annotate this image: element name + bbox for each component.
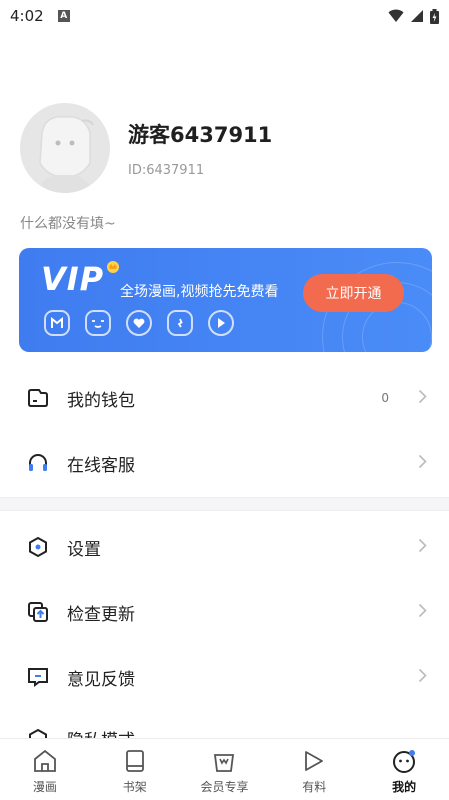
bookshelf-icon: [121, 747, 149, 775]
vip-benefit-icons: [44, 310, 234, 336]
heart-icon: [126, 310, 152, 336]
user-id: ID:6437911: [128, 162, 205, 178]
menu-item-partial[interactable]: 隐私模式: [0, 712, 449, 738]
menu-label: 检查更新: [67, 604, 135, 625]
tab-label: 书架: [122, 780, 147, 794]
menu-item-settings[interactable]: 设置: [0, 517, 449, 577]
feedback-icon: [25, 664, 51, 690]
vip-subscribe-button[interactable]: 立即开通: [303, 274, 404, 312]
vip-banner[interactable]: VIP 全场漫画,视频抢先免费看 立即开通: [19, 248, 432, 352]
menu-item-feedback[interactable]: 意见反馈: [0, 647, 449, 707]
headset-icon: [25, 450, 51, 476]
menu-label: 设置: [67, 539, 101, 560]
profile-text: 游客6437911 ID:6437911: [128, 119, 272, 178]
vip-bag-icon: [210, 747, 238, 775]
menu-label: 在线客服: [67, 455, 135, 476]
vip-logo: VIP: [41, 260, 105, 298]
status-time: 4:02: [10, 7, 44, 25]
wifi-icon: [388, 9, 404, 22]
video-play-icon: [300, 747, 328, 775]
crown-badge-icon: [167, 310, 193, 336]
chevron-right-icon: [418, 668, 427, 683]
menu-item-wallet[interactable]: 我的钱包 0: [0, 368, 449, 428]
chevron-right-icon: [418, 389, 427, 404]
tab-label: 有料: [302, 780, 327, 794]
tab-label: 漫画: [32, 780, 57, 794]
tab-label: 我的: [392, 780, 417, 794]
avatar-placeholder-icon: [20, 103, 110, 193]
vip-crown-icon: [107, 261, 119, 273]
status-icons: [388, 8, 439, 24]
wallet-balance: 0: [381, 391, 389, 405]
menu-item-support[interactable]: 在线客服: [0, 433, 449, 493]
home-icon: [31, 747, 59, 775]
chevron-right-icon: [418, 454, 427, 469]
vip-tagline: 全场漫画,视频抢先免费看: [120, 284, 279, 300]
settings-icon: [25, 534, 51, 560]
wallet-icon: [25, 385, 51, 411]
update-icon: [25, 599, 51, 625]
chevron-right-icon: [418, 538, 427, 553]
menu-label: 意见反馈: [67, 669, 135, 690]
signal-icon: [411, 10, 423, 22]
notification-icon: A: [57, 10, 70, 22]
menu-item-update[interactable]: 检查更新: [0, 582, 449, 642]
manga-icon: [44, 310, 70, 336]
menu-label: 我的钱包: [67, 390, 135, 411]
anime-icon: [85, 310, 111, 336]
battery-icon: [430, 8, 439, 24]
tab-mine[interactable]: 我的: [359, 739, 449, 800]
avatar[interactable]: [20, 103, 110, 193]
tab-vip-exclusive[interactable]: 会员专享: [180, 739, 270, 800]
profile-face-icon: [390, 747, 418, 775]
profile-header[interactable]: 游客6437911 ID:6437911: [20, 103, 272, 193]
menu-label: 隐私模式: [67, 726, 135, 738]
username: 游客6437911: [128, 122, 273, 147]
user-bio[interactable]: 什么都没有填~: [20, 213, 116, 233]
section-divider: [0, 497, 449, 511]
chevron-right-icon: [418, 603, 427, 618]
tab-youliao[interactable]: 有料: [269, 739, 359, 800]
tab-label: 会员专享: [200, 780, 249, 794]
play-icon: [208, 310, 234, 336]
tab-manga[interactable]: 漫画: [0, 739, 90, 800]
shield-icon: [25, 726, 51, 738]
status-bar: 4:02 A: [0, 0, 449, 32]
bottom-tab-bar: 漫画 书架 会员专享 有料 我的: [0, 738, 449, 800]
tab-bookshelf[interactable]: 书架: [90, 739, 180, 800]
